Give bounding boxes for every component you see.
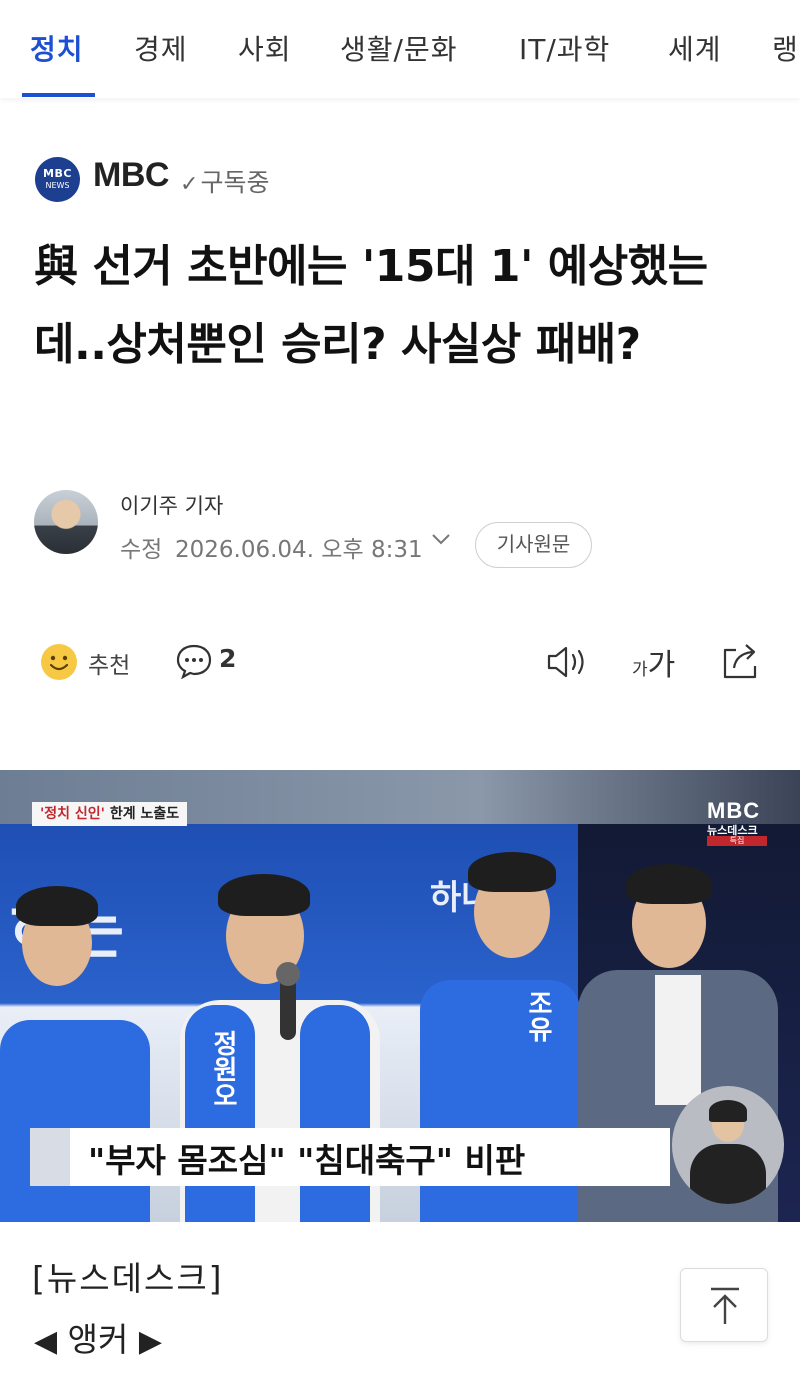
reporter-avatar[interactable]	[34, 490, 98, 554]
tab-world[interactable]: 세계	[668, 28, 722, 68]
check-icon: ✓	[180, 172, 199, 197]
person-left-hair	[16, 886, 98, 926]
original-article-button[interactable]: 기사원문	[475, 522, 592, 568]
triangle-left-icon: ◀	[34, 1324, 58, 1359]
studio-reporter-hair	[626, 864, 712, 904]
subscribe-button[interactable]: ✓구독중	[180, 163, 269, 199]
press-logo[interactable]: MBC NEWS	[35, 157, 80, 202]
modified-label: 수정	[120, 537, 163, 563]
triangle-right-icon: ▶	[138, 1324, 162, 1359]
anchor-heading: ◀ 앵커 ▶	[34, 1313, 162, 1361]
program-badge-sub: 특집	[707, 836, 767, 846]
video-caption: "부자 몸조심" "침대축구" 비판	[88, 1141, 526, 1180]
press-logo-text: MBC	[43, 167, 72, 180]
person-center-vest-right	[300, 1005, 370, 1222]
tab-politics[interactable]: 정치	[30, 28, 84, 68]
category-nav: 정치 경제 사회 생활/문화 IT/과학 세계 랭	[0, 0, 800, 98]
scroll-to-top-button[interactable]	[680, 1268, 768, 1342]
article-headline: 與 선거 초반에는 '15대 1' 예상했는데..상처뿐인 승리? 사실상 패배…	[34, 241, 708, 370]
video-topic-rest: 한계 노출도	[104, 806, 180, 822]
arrow-up-icon	[711, 1287, 739, 1324]
press-name[interactable]: MBC	[93, 156, 169, 195]
font-big-glyph: 가	[647, 648, 676, 683]
program-name: [뉴스데스크]	[32, 1259, 224, 1298]
tab-economy[interactable]: 경제	[134, 28, 188, 68]
person-center-hair	[218, 874, 310, 916]
speaker-icon[interactable]	[546, 643, 590, 681]
recommend-label[interactable]: 추천	[88, 646, 130, 680]
comment-count[interactable]: 2	[219, 644, 236, 673]
studio-reporter-shirt	[655, 975, 701, 1105]
font-size-icon[interactable]: 가가	[632, 640, 675, 684]
person-right-hair	[468, 852, 556, 892]
font-small-glyph: 가	[632, 660, 648, 680]
signer-body	[690, 1144, 766, 1204]
comment-icon[interactable]	[175, 643, 213, 679]
video-topic-quote: '정치 신인'	[40, 806, 105, 822]
person-left	[0, 1020, 150, 1222]
sign-language-interpreter	[672, 1086, 784, 1204]
vest-name-right: 조유	[523, 990, 553, 1042]
smile-icon[interactable]	[40, 643, 78, 681]
active-tab-indicator	[22, 93, 95, 97]
tab-society[interactable]: 사회	[238, 28, 292, 68]
anchor-label: 앵커	[67, 1320, 129, 1359]
reporter-name[interactable]: 이기주 기자	[120, 490, 223, 520]
subscribe-label: 구독중	[200, 168, 270, 197]
tab-it-science[interactable]: IT/과학	[519, 28, 610, 68]
tab-ranking[interactable]: 랭	[772, 28, 799, 68]
broadcaster-logo: MBC	[707, 798, 761, 823]
modified-timestamp: 2026.06.04. 오후 8:31	[175, 537, 423, 563]
tab-life-culture[interactable]: 생활/문화	[340, 28, 457, 68]
video-topic-tag: '정치 신인' 한계 노출도	[32, 802, 188, 826]
article-photo[interactable]: 하는 하나 정원오 조유 '정치 신인' 한계 노출도 MBC 뉴스데스크 특집…	[0, 770, 800, 1222]
chevron-down-icon[interactable]	[430, 528, 452, 556]
share-icon[interactable]	[720, 640, 762, 682]
microphone	[276, 962, 300, 1040]
caption-side-strip	[30, 1128, 70, 1186]
vest-name-center: 정원오	[208, 1030, 238, 1108]
press-logo-subtext: NEWS	[45, 181, 70, 190]
signer-hair	[709, 1100, 747, 1122]
